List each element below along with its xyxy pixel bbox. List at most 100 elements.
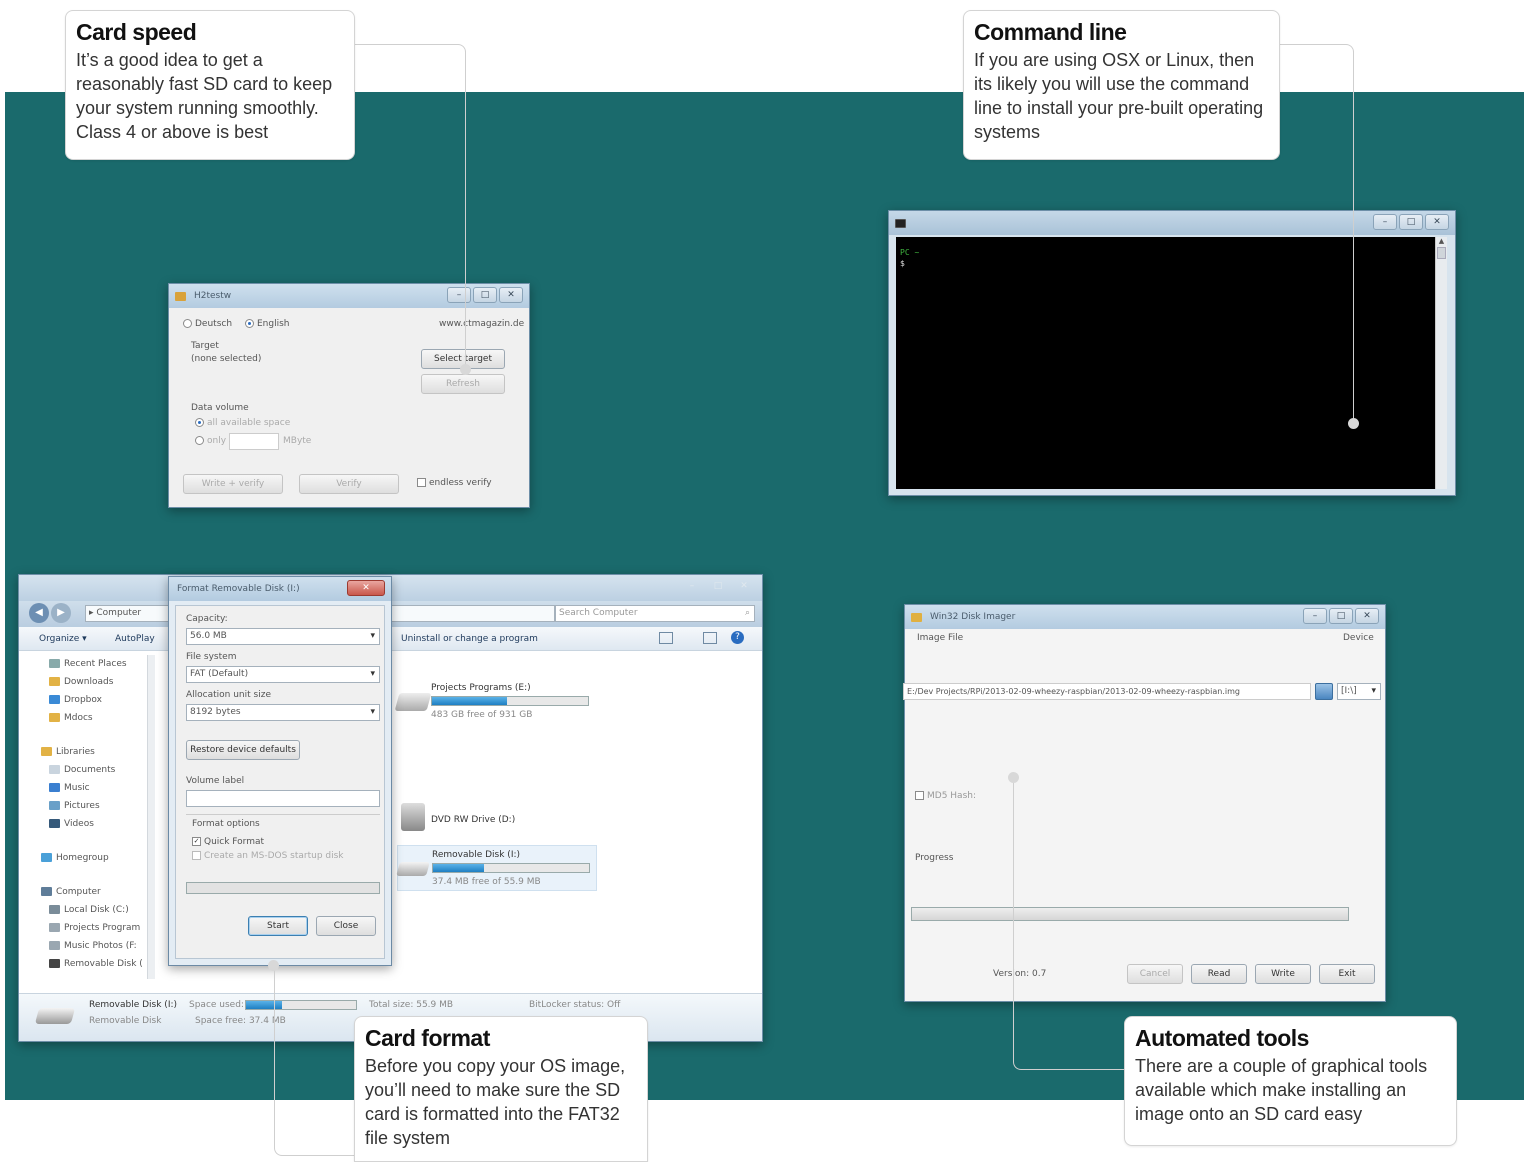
recent-places-icon [49,659,60,668]
maximize-button[interactable]: □ [706,578,730,594]
device-select[interactable]: [I:\] [1337,683,1381,700]
libraries-icon [41,747,52,756]
allocation-unit-select[interactable]: 8192 bytes [186,704,380,721]
organize-button[interactable]: Organize ▾ [39,634,87,644]
help-icon[interactable]: ? [731,631,744,644]
lang-english-radio[interactable]: English [245,319,290,329]
maximize-button[interactable]: □ [1399,214,1423,230]
nav-music-photos[interactable]: Music Photos (F: [49,941,137,951]
file-system-select[interactable]: FAT (Default) [186,666,380,683]
terminal-scrollbar[interactable]: ▲ [1435,237,1447,489]
refresh-button[interactable]: Refresh [421,374,505,394]
endless-verify-checkbox[interactable]: endless verify [417,478,492,488]
preview-pane-icon[interactable] [703,632,717,644]
write-verify-button[interactable]: Write + verify [183,474,283,494]
callout-body: There are a couple of graphical tools av… [1135,1056,1428,1124]
nav-computer[interactable]: Computer [41,887,101,897]
nav-recent-places[interactable]: Recent Places [49,659,127,669]
callout-title: Automated tools [1135,1025,1309,1051]
minimize-button[interactable]: – [1303,608,1327,624]
nav-documents[interactable]: Documents [49,765,115,775]
dvd-drive-icon [401,803,425,831]
start-button[interactable]: Start [248,916,308,936]
quick-format-checkbox[interactable]: ✓ Quick Format [192,837,264,847]
minimize-button[interactable]: – [1373,214,1397,230]
only-mbyte-input[interactable] [229,433,279,450]
nav-pictures[interactable]: Pictures [49,801,100,811]
status-drive-name: Removable Disk (I:) [89,1000,178,1010]
lang-deutsch-radio[interactable]: Deutsch [183,319,232,329]
cancel-button[interactable]: Cancel [1127,964,1183,984]
command-line-leader [1279,44,1354,424]
nav-local-disk[interactable]: Local Disk (C:) [49,905,129,915]
imager-title: Win32 Disk Imager [930,612,1016,622]
downloads-icon [49,677,60,686]
close-dialog-button[interactable]: Close [316,916,376,936]
nav-videos[interactable]: Videos [49,819,94,829]
close-button[interactable]: ✕ [347,580,385,596]
maximize-button[interactable]: □ [1329,608,1353,624]
drive-removable[interactable]: Removable Disk (I:) 37.4 MB free of 55.9… [396,845,597,891]
forward-button[interactable]: ▶ [51,603,71,623]
usb-drive-icon [396,862,430,876]
terminal-titlebar: – □ ✕ [889,211,1455,235]
nav-mdocs[interactable]: Mdocs [49,713,93,723]
format-dialog: Format Removable Disk (I:) ✕ Capacity: 5… [168,576,392,966]
checkbox-icon [417,478,426,487]
scroll-thumb[interactable] [1437,247,1446,259]
drive-projects[interactable]: Projects Programs (E:) 483 GB free of 93… [394,681,597,731]
image-file-input[interactable]: E:/Dev Projects/RPi/2013-02-09-wheezy-ra… [903,683,1311,700]
nav-homegroup[interactable]: Homegroup [41,853,109,863]
write-button[interactable]: Write [1255,964,1311,984]
autoplay-button[interactable]: AutoPlay [115,634,155,644]
msdos-startup-checkbox[interactable]: Create an MS-DOS startup disk [192,851,344,861]
maximize-button[interactable]: □ [473,287,497,303]
nav-music[interactable]: Music [49,783,90,793]
card-format-anchor-dot [268,960,279,971]
only-radio[interactable]: only [195,436,226,446]
computer-icon [41,887,52,896]
close-button[interactable]: ✕ [1425,214,1449,230]
capacity-select[interactable]: 56.0 MB [186,628,380,645]
format-title: Format Removable Disk (I:) [177,584,300,594]
read-button[interactable]: Read [1191,964,1247,984]
nav-downloads[interactable]: Downloads [49,677,113,687]
views-icon[interactable] [659,632,673,644]
usb-drive-icon [49,959,60,968]
close-button[interactable]: ✕ [732,578,756,594]
nav-scrollbar[interactable] [147,655,155,979]
nav-libraries[interactable]: Libraries [41,747,95,757]
browse-folder-icon[interactable] [1315,683,1333,700]
restore-defaults-button[interactable]: Restore device defaults [186,740,300,760]
nav-projects-program[interactable]: Projects Program [49,923,140,933]
minimize-button[interactable]: – [680,578,704,594]
close-button[interactable]: ✕ [1355,608,1379,624]
back-button[interactable]: ◀ [29,603,49,623]
exit-button[interactable]: Exit [1319,964,1375,984]
search-input[interactable]: Search Computer ⌕ [555,605,755,622]
imager-app-icon [911,612,922,622]
drive-free-space: 37.4 MB free of 55.9 MB [432,877,541,887]
callout-command-line: Command line If you are using OSX or Lin… [963,10,1280,160]
scroll-up-arrow-icon[interactable]: ▲ [1436,237,1447,245]
volume-label-input[interactable] [186,790,380,807]
music-icon [49,783,60,792]
videos-icon [49,819,60,828]
drive-dvd[interactable]: DVD RW Drive (D:) [397,803,597,843]
uninstall-button[interactable]: Uninstall or change a program [401,634,538,644]
all-space-radio[interactable]: all available space [195,418,290,428]
verify-button[interactable]: Verify [299,474,399,494]
drive-usage-fill [432,697,507,705]
h2testw-window: H2testw – □ ✕ Deutsch English www.ctmaga… [168,283,530,508]
terminal-console[interactable]: PC ~ $ [896,237,1437,489]
drive-icon [49,941,60,950]
progress-label: Progress [915,853,954,863]
usb-drive-large-icon [34,1008,76,1024]
callout-body: If you are using OSX or Linux, then its … [974,50,1264,142]
md5-hash-checkbox[interactable]: MD5 Hash: [915,791,976,801]
nav-removable-disk[interactable]: Removable Disk ( [49,959,143,969]
checkbox-checked-icon: ✓ [192,837,201,846]
h2testw-titlebar: H2testw – □ ✕ [169,284,529,308]
nav-dropbox[interactable]: Dropbox [49,695,102,705]
close-button[interactable]: ✕ [499,287,523,303]
